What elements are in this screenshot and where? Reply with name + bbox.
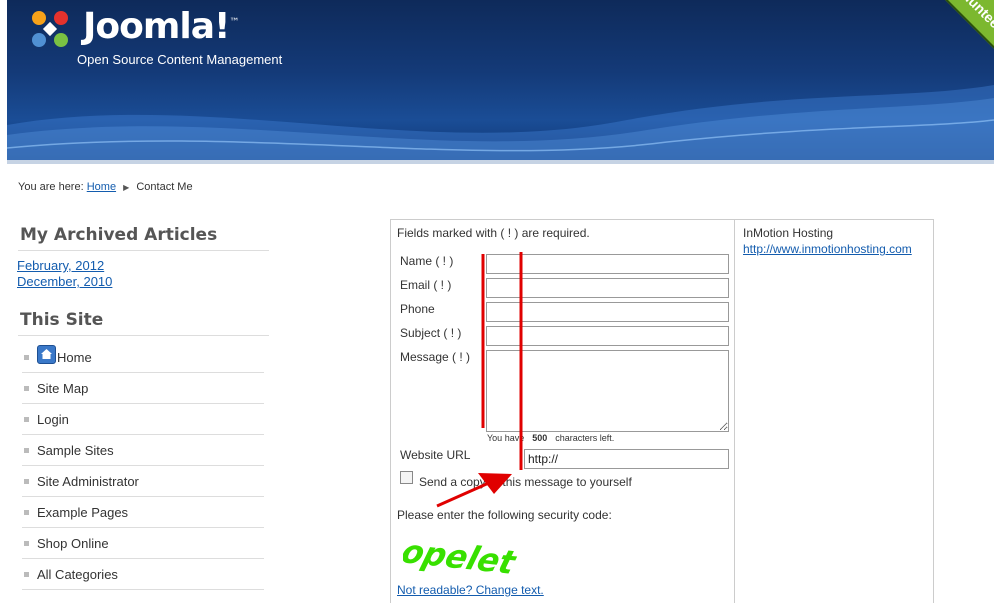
- menu-item-label: Example Pages: [37, 504, 129, 520]
- phone-label: Phone: [400, 302, 435, 316]
- triangle-right-icon: ▶: [123, 183, 130, 192]
- archive-divider: [18, 250, 269, 251]
- bullet-icon: [24, 386, 29, 391]
- sponsor-panel: [735, 219, 934, 603]
- menu-item-shop-online[interactable]: Shop Online: [22, 528, 264, 559]
- site-tagline: Open Source Content Management: [77, 52, 283, 67]
- website-url-field[interactable]: [524, 449, 729, 469]
- bullet-icon: [24, 355, 29, 360]
- sponsor-name: InMotion Hosting: [743, 226, 834, 240]
- menu-item-site-map[interactable]: Site Map: [22, 373, 264, 404]
- captcha-code-text: opelet: [403, 535, 521, 581]
- change-captcha-link[interactable]: Not readable? Change text.: [397, 583, 544, 597]
- archive-module-title: My Archived Articles: [20, 225, 218, 245]
- bullet-icon: [24, 448, 29, 453]
- site-menu: Home Site Map Login Sample Sites Site Ad…: [22, 342, 264, 590]
- breadcrumb-home-link[interactable]: Home: [87, 181, 116, 193]
- bullet-icon: [24, 572, 29, 577]
- bullet-icon: [24, 417, 29, 422]
- breadcrumb-prefix: You are here:: [18, 181, 84, 193]
- header-wave-graphic: [7, 85, 994, 160]
- message-label: Message ( ! ): [400, 350, 471, 364]
- breadcrumb-current: Contact Me: [136, 181, 193, 193]
- joomla-logo-icon: [32, 11, 68, 47]
- home-icon: [37, 344, 56, 364]
- menu-item-sample-sites[interactable]: Sample Sites: [22, 435, 264, 466]
- bullet-icon: [24, 541, 29, 546]
- menu-item-label: All Categories: [37, 566, 118, 582]
- name-field[interactable]: [486, 254, 729, 274]
- breadcrumb: You are here: Home ▶ Contact Me: [18, 181, 193, 193]
- security-code-note: Please enter the following security code…: [397, 508, 612, 522]
- header-divider: [7, 160, 994, 164]
- menu-item-label: Home: [57, 349, 92, 365]
- volunteer-ribbon[interactable]: Volunteer: [933, 0, 994, 53]
- menu-item-site-administrator[interactable]: Site Administrator: [22, 466, 264, 497]
- menu-item-login[interactable]: Login: [22, 404, 264, 435]
- subject-label: Subject ( ! ): [400, 326, 462, 340]
- menu-item-label: Site Administrator: [37, 473, 139, 489]
- characters-left-counter: You have 500 characters left.: [487, 433, 615, 443]
- email-field[interactable]: [486, 278, 729, 298]
- logo-wordmark: Joomla!™: [83, 6, 239, 47]
- required-fields-note: Fields marked with ( ! ) are required.: [397, 226, 590, 240]
- subject-field[interactable]: [486, 326, 729, 346]
- bullet-icon: [24, 479, 29, 484]
- site-menu-title: This Site: [20, 310, 104, 330]
- menu-item-label: Sample Sites: [37, 442, 114, 458]
- menu-item-label: Login: [37, 411, 69, 427]
- name-label: Name ( ! ): [400, 254, 454, 268]
- send-copy-checkbox[interactable]: [400, 471, 413, 484]
- phone-field[interactable]: [486, 302, 729, 322]
- captcha-image: opelet: [403, 535, 521, 581]
- menu-item-home[interactable]: Home: [22, 342, 264, 373]
- archive-item-december-2010[interactable]: December, 2010: [17, 274, 112, 290]
- menu-item-label: Site Map: [37, 380, 89, 396]
- site-menu-divider: [18, 335, 269, 336]
- email-label: Email ( ! ): [400, 278, 452, 292]
- sponsor-link[interactable]: http://www.inmotionhosting.com: [743, 242, 912, 256]
- send-copy-label: Send a copy of this message to yourself: [419, 475, 632, 489]
- menu-item-label: Shop Online: [37, 535, 109, 551]
- menu-item-all-categories[interactable]: All Categories: [22, 559, 264, 590]
- website-url-label: Website URL: [400, 448, 471, 462]
- archive-item-february-2012[interactable]: February, 2012: [17, 258, 112, 274]
- site-header: Joomla!™ Open Source Content Management …: [7, 0, 994, 160]
- menu-item-example-pages[interactable]: Example Pages: [22, 497, 264, 528]
- bullet-icon: [24, 510, 29, 515]
- archive-list: February, 2012 December, 2010: [17, 258, 112, 290]
- message-textarea[interactable]: [486, 350, 729, 432]
